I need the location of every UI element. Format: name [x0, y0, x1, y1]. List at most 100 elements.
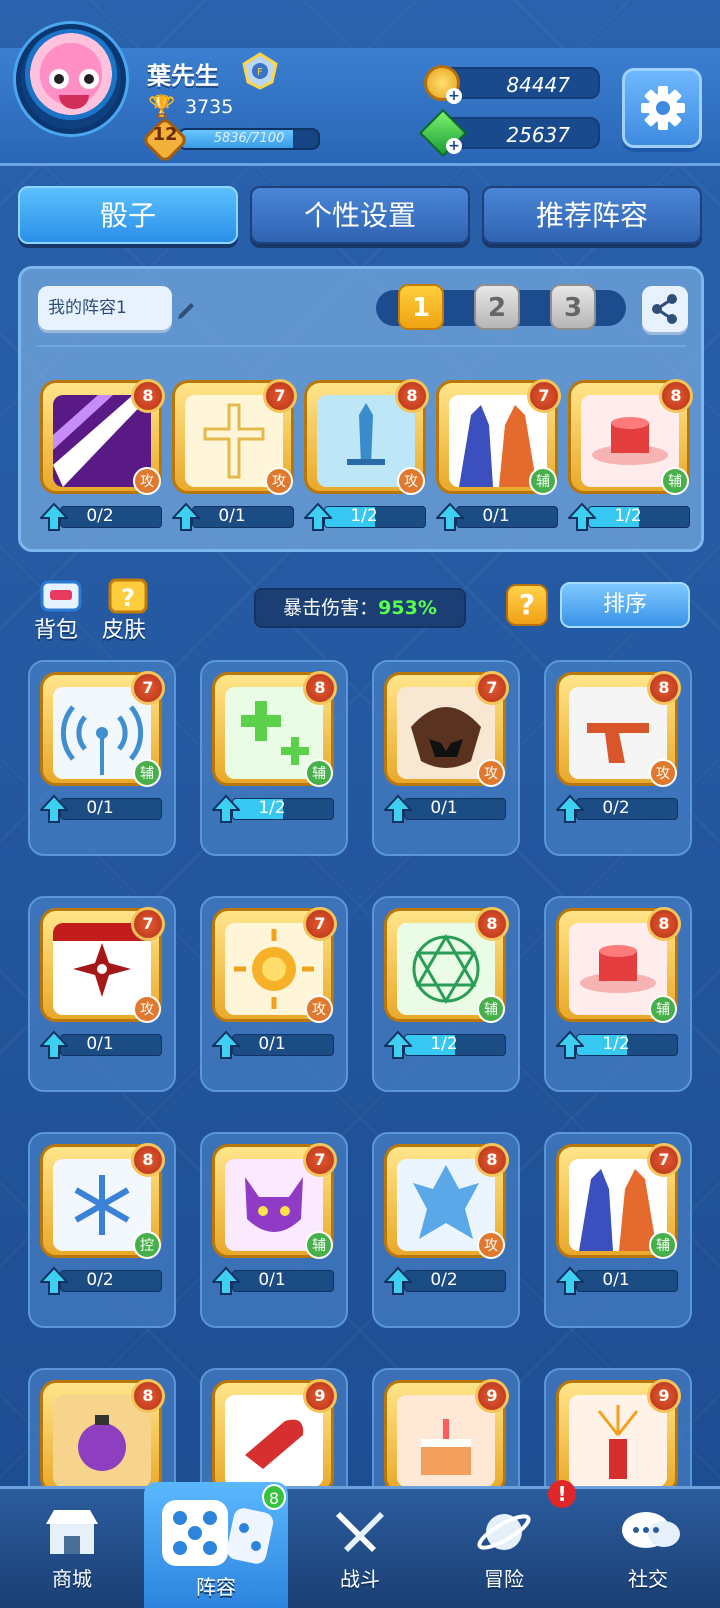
dice-card[interactable]: 7 辅 0/1 [434, 376, 561, 544]
dice-icon [162, 1500, 274, 1566]
dice-progress-text: 0/1 [86, 798, 114, 818]
dice-frame: 9 [212, 1379, 337, 1494]
dice-type-badge: 辅 [305, 1231, 333, 1259]
dice-card[interactable]: 7 攻 0/1 [170, 376, 297, 544]
xp-text: 5836/7100 [213, 131, 285, 146]
lineup-name-button[interactable]: 我的阵容1 [38, 286, 194, 330]
dice-progress-text: 0/1 [430, 798, 458, 818]
dice-frame: 8攻 [40, 379, 165, 495]
rank-badge-icon[interactable]: F [240, 52, 280, 90]
dice-type-badge: 辅 [649, 995, 677, 1023]
nav-shop-label: 商城 [52, 1567, 92, 1591]
dice-frame: 7攻 [40, 907, 165, 1023]
nav-shop[interactable]: 商城 [0, 1496, 144, 1600]
dice-level-badge: 7 [303, 1143, 337, 1177]
dice-card[interactable]: 8 攻 1/2 [302, 376, 429, 544]
dice-card[interactable]: 8 攻 0/2 [382, 1140, 509, 1308]
dice-type-badge: 攻 [649, 759, 677, 787]
dice-card[interactable]: 8 控 0/2 [38, 1140, 165, 1308]
gear-icon [641, 86, 685, 130]
dice-level-badge: 8 [475, 1143, 509, 1177]
dice-frame: 8辅 [568, 379, 693, 495]
deck-2-button[interactable]: 2 [474, 284, 520, 330]
dice-level-badge: 8 [647, 671, 681, 705]
dice-frame: 8辅 [212, 671, 337, 787]
dice-progress-text: 1/2 [614, 506, 642, 526]
crit-damage-display: 暴击伤害：953% [254, 588, 466, 628]
dice-card[interactable]: 7 攻 0/1 [382, 668, 509, 836]
settings-button[interactable] [622, 68, 702, 148]
dice-frame: 8辅 [384, 907, 509, 1023]
dice-card[interactable]: 7 辅 0/1 [554, 1140, 681, 1308]
chat-icon [622, 1512, 680, 1548]
dice-card[interactable]: 7 攻 0/1 [210, 904, 337, 1072]
dice-type-badge: 辅 [649, 1231, 677, 1259]
deck-3-button[interactable]: 3 [550, 284, 596, 330]
avatar-mouth [59, 95, 89, 109]
sort-button[interactable]: 排序 [560, 582, 690, 628]
dice-progress-text: 1/2 [602, 1034, 630, 1054]
dice-card[interactable]: 8 辅 1/2 [382, 904, 509, 1072]
backpack-label[interactable]: 背包 [34, 612, 78, 644]
dice-frame: 9 [556, 1379, 681, 1494]
share-icon [652, 294, 677, 324]
coin-amount: 84447 [506, 73, 570, 97]
help-button[interactable]: ? [506, 584, 548, 626]
dice-card[interactable]: 7 辅 0/1 [38, 668, 165, 836]
deck-1-button[interactable]: 1 [398, 284, 444, 330]
dice-frame: 8攻 [384, 1143, 509, 1259]
dice-card[interactable]: 8 攻 0/2 [554, 668, 681, 836]
nav-adventure[interactable]: 冒险 [432, 1496, 576, 1600]
nav-social[interactable]: 社交 [576, 1496, 720, 1600]
dice-progress-text: 1/2 [430, 1034, 458, 1054]
dice-level-badge: 7 [303, 907, 337, 941]
dice-frame: 7辅 [212, 1143, 337, 1259]
dice-card[interactable]: 8 辅 1/2 [210, 668, 337, 836]
dice-frame: 8辅 [556, 907, 681, 1023]
backpack-icon[interactable] [36, 578, 86, 612]
trophy-icon: 🏆 [148, 95, 176, 120]
dice-frame: 8攻 [304, 379, 429, 495]
add-coins-icon[interactable]: + [446, 88, 462, 104]
skin-question-icon[interactable]: ? [106, 578, 150, 614]
dice-card[interactable]: 7 辅 0/1 [210, 1140, 337, 1308]
coin-counter[interactable]: 84447 [442, 67, 600, 99]
trophy-count: 3735 [185, 96, 234, 118]
dice-type-badge: 攻 [477, 1231, 505, 1259]
dice-frame: 8 [40, 1379, 165, 1494]
tab-dice[interactable]: 骰子 [18, 186, 238, 244]
dice-progress-text: 0/2 [86, 506, 114, 526]
dice-card[interactable]: 7 攻 0/1 [38, 904, 165, 1072]
player-level: 12 [152, 124, 178, 145]
skin-label[interactable]: 皮肤 [102, 612, 146, 644]
dice-type-badge: 辅 [661, 467, 689, 495]
share-button[interactable] [642, 286, 688, 332]
add-gems-icon[interactable]: + [446, 138, 462, 154]
dice-level-badge: 8 [303, 671, 337, 705]
dice-frame: 7辅 [436, 379, 561, 495]
dice-level-badge: 9 [647, 1379, 681, 1413]
dice-level-badge: 7 [527, 379, 561, 413]
dice-type-badge: 辅 [305, 759, 333, 787]
player-avatar[interactable] [16, 24, 126, 134]
nav-battle[interactable]: 战斗 [288, 1496, 432, 1600]
dice-card[interactable]: 8 辅 1/2 [566, 376, 693, 544]
lineup-name: 我的阵容1 [48, 298, 127, 318]
tab-recommended[interactable]: 推荐阵容 [482, 186, 702, 244]
nav-lineup-label: 阵容 [196, 1575, 236, 1599]
tab-personalize[interactable]: 个性设置 [250, 186, 470, 244]
dice-card[interactable]: 8 攻 0/2 [38, 376, 165, 544]
dice-card[interactable]: 8 辅 1/2 [554, 904, 681, 1072]
dice-progress-text: 0/1 [482, 506, 510, 526]
nav-adventure-label: 冒险 [484, 1567, 524, 1591]
player-name: 葉先生 [147, 62, 219, 90]
dice-level-badge: 9 [475, 1379, 509, 1413]
lineup-notification-badge: 8 [262, 1484, 286, 1510]
dice-frame: 8控 [40, 1143, 165, 1259]
dice-level-badge: 7 [263, 379, 297, 413]
dice-type-badge: 攻 [133, 467, 161, 495]
dice-type-badge: 控 [133, 1231, 161, 1259]
dice-frame: 7辅 [556, 1143, 681, 1259]
dice-type-badge: 辅 [133, 759, 161, 787]
dice-type-badge: 辅 [477, 995, 505, 1023]
